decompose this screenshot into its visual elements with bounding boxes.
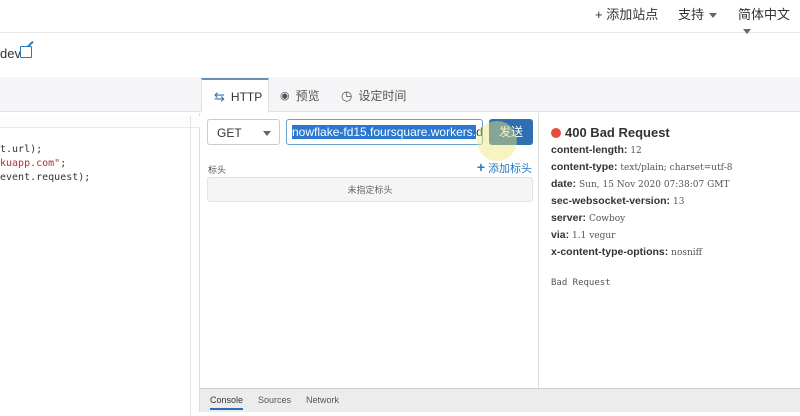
response-header-row: content-type: text/plain; charset=utf-8: [551, 159, 789, 176]
url-input[interactable]: nowflake-fd15.foursquare.workers.de: [286, 119, 483, 145]
worker-header: dev: [0, 33, 800, 77]
support-label: 支持: [678, 7, 705, 22]
header-key: content-length:: [551, 144, 628, 156]
worker-name: dev: [0, 46, 21, 61]
cursor-highlight: [477, 121, 517, 161]
header-key: sec-websocket-version:: [551, 195, 671, 207]
response-header-row: sec-websocket-version: 13: [551, 193, 789, 210]
clock-icon: ◷: [341, 87, 353, 103]
code-line: event.request);: [0, 172, 91, 183]
request-panel: GET nowflake-fd15.foursquare.workers.de …: [201, 113, 539, 388]
tab-label: 设定时间: [358, 89, 407, 103]
tab-http[interactable]: ⇆ HTTP: [201, 78, 269, 113]
header-key: server:: [551, 212, 587, 224]
code-text: ;: [60, 158, 67, 169]
code-content[interactable]: t.url); kuapp.com"; event.request);: [0, 143, 90, 185]
code-line: t.url);: [0, 144, 43, 155]
add-header-button[interactable]: + 添加标头: [477, 159, 532, 176]
devtools-tab-network[interactable]: Network: [306, 395, 339, 405]
editor-divider: [190, 116, 191, 416]
header-key: via:: [551, 229, 570, 241]
code-line: kuapp.com";: [0, 157, 90, 171]
top-nav: + 添加站点 支持 简体中文: [0, 0, 800, 35]
no-headers-placeholder: 未指定标头: [207, 177, 533, 202]
method-select[interactable]: GET: [207, 119, 280, 145]
plus-icon: +: [476, 159, 485, 175]
add-site-link[interactable]: + 添加站点: [595, 4, 658, 23]
external-link-icon[interactable]: [20, 46, 32, 58]
tab-label: 预览: [295, 89, 320, 103]
header-key: date:: [551, 178, 577, 190]
url-selected-text: nowflake-fd15.foursquare.workers.: [292, 125, 477, 139]
header-value: text/plain; charset=utf-8: [620, 163, 733, 173]
header-key: x-content-type-options:: [551, 246, 669, 258]
language-label: 简体中文: [738, 7, 791, 22]
status-text: 400 Bad Request: [565, 125, 670, 140]
response-header-row: server: Cowboy: [551, 210, 789, 227]
method-value: GET: [217, 126, 242, 140]
header-value: 1.1 vegur: [572, 231, 616, 241]
devtools-tab-console[interactable]: Console: [210, 395, 244, 410]
arrows-swap-icon: ⇆: [214, 88, 225, 104]
devtools-tab-sources[interactable]: Sources: [258, 395, 291, 405]
headers-label: 标头: [208, 165, 227, 175]
response-status: 400 Bad Request: [551, 125, 789, 141]
response-header-row: x-content-type-options: nosniff: [551, 244, 789, 261]
chevron-down-icon: [263, 131, 271, 136]
response-panel: 400 Bad Request content-length: 12 conten…: [540, 113, 800, 388]
editor-ruler: [0, 116, 200, 128]
tab-label: HTTP: [230, 89, 263, 104]
tab-schedule[interactable]: ◷ 设定时间: [341, 78, 406, 113]
status-dot-icon: [551, 128, 561, 138]
header-value: 13: [672, 197, 685, 207]
chevron-down-icon: [709, 13, 718, 19]
response-header-row: date: Sun, 15 Nov 2020 07:38:07 GMT: [551, 176, 789, 193]
tab-preview[interactable]: ◉ 预览: [280, 78, 320, 113]
header-value: Sun, 15 Nov 2020 07:38:07 GMT: [579, 180, 730, 190]
header-value: 12: [630, 146, 642, 156]
response-body: Bad Request: [551, 278, 611, 288]
header-value: nosniff: [671, 248, 703, 258]
devtools-tabbar: Console Sources Network: [200, 388, 800, 412]
header-key: content-type:: [551, 161, 618, 173]
eye-icon: ◉: [280, 90, 290, 102]
code-string: kuapp.com": [0, 158, 61, 169]
support-menu[interactable]: 支持: [678, 4, 718, 23]
header-value: Cowboy: [588, 214, 626, 224]
add-header-label: 添加标头: [488, 163, 532, 175]
code-editor[interactable]: t.url); kuapp.com"; event.request);: [0, 113, 200, 416]
response-header-row: via: 1.1 vegur: [551, 227, 789, 244]
response-header-row: content-length: 12: [551, 142, 789, 159]
